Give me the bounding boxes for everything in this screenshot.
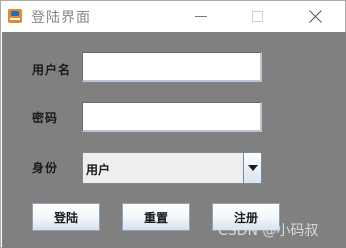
- app-icon: [8, 9, 22, 23]
- role-select-value: 用户: [86, 163, 111, 177]
- window-title: 登陆界面: [31, 10, 91, 26]
- username-label: 用户名: [32, 63, 72, 77]
- maximize-icon: [252, 11, 263, 22]
- close-icon: [309, 10, 322, 23]
- username-input[interactable]: [82, 52, 262, 82]
- minimize-icon: [195, 16, 207, 17]
- reset-button[interactable]: 重置: [122, 203, 190, 231]
- maximize-button[interactable]: [235, 1, 281, 32]
- role-dropdown-button[interactable]: [243, 153, 261, 183]
- role-label: 身份: [32, 161, 59, 175]
- password-label: 密码: [32, 111, 59, 125]
- form-panel: 用户名 密码 身份 用户 登陆 重置 注册 CSDN @小码叔: [2, 32, 346, 248]
- chevron-down-icon: [248, 165, 258, 171]
- password-input[interactable]: [82, 102, 262, 132]
- minimize-button[interactable]: [179, 1, 225, 32]
- role-select[interactable]: 用户: [82, 152, 262, 184]
- watermark: CSDN @小码叔: [218, 223, 319, 239]
- close-button[interactable]: [293, 1, 339, 32]
- title-bar[interactable]: 登陆界面: [1, 1, 345, 32]
- login-window: 登陆界面 用户名 密码 身份 用户 登陆 重置 注册 CSDN @小码叔: [0, 0, 346, 248]
- login-button[interactable]: 登陆: [32, 203, 100, 231]
